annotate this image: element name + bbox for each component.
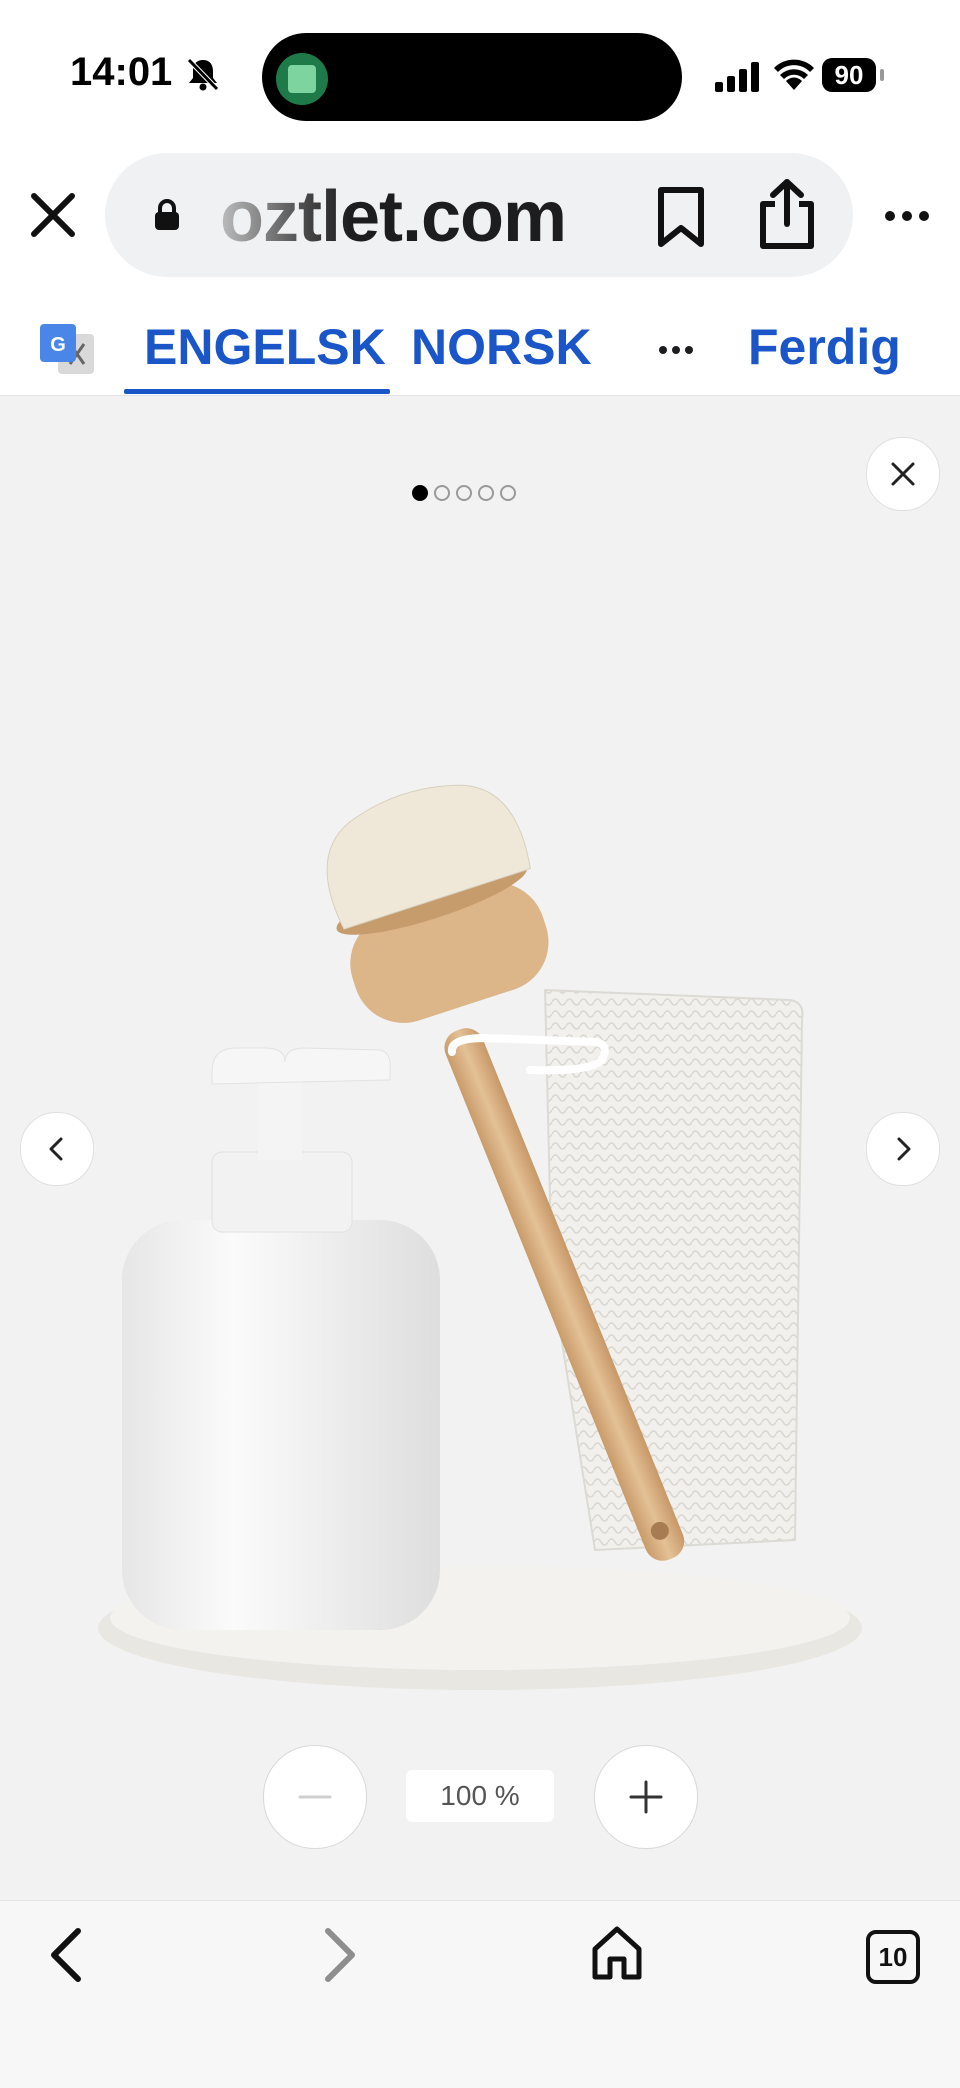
previous-image-button[interactable] [20, 1112, 94, 1186]
more-icon[interactable] [658, 345, 694, 355]
active-tab-indicator [124, 389, 390, 394]
towel [543, 988, 804, 1552]
minus-icon [298, 1795, 332, 1799]
google-translate-icon: G [40, 324, 94, 374]
gallery-close-button[interactable] [866, 437, 940, 511]
tab-source-language[interactable]: ENGELSK [144, 318, 386, 376]
soap-pump-head [211, 1047, 391, 1085]
page-dot[interactable] [478, 485, 494, 501]
share-icon[interactable] [755, 178, 819, 250]
page-dot[interactable] [456, 485, 472, 501]
forward-icon[interactable] [320, 1927, 360, 1983]
page-dot[interactable] [500, 485, 516, 501]
page-dot[interactable] [412, 485, 428, 501]
soap-bottle-body [122, 1220, 440, 1630]
done-button[interactable]: Ferdig [748, 318, 901, 376]
zoom-level: 100 % [406, 1770, 554, 1822]
chevron-left-icon [49, 1137, 63, 1161]
wifi-icon [774, 59, 814, 90]
browser-toolbar [0, 1900, 960, 2088]
bookmark-icon[interactable] [655, 186, 707, 248]
zoom-out-button[interactable] [263, 1745, 367, 1849]
close-icon[interactable] [28, 190, 78, 240]
tab-target-language[interactable]: NORSK [411, 318, 592, 376]
battery-tip [880, 69, 884, 81]
product-image [98, 784, 862, 1690]
tabs-icon[interactable]: 10 [866, 1930, 920, 1984]
lock-icon [155, 199, 179, 230]
more-icon[interactable] [884, 210, 930, 222]
app-icon [276, 53, 328, 105]
zoom-in-button[interactable] [594, 1745, 698, 1849]
signal-icon [715, 62, 759, 92]
page-indicator [412, 485, 522, 506]
status-time: 14:01 [70, 50, 173, 94]
soap-pump-collar [211, 1151, 353, 1233]
plus-icon [629, 1780, 663, 1814]
next-image-button[interactable] [866, 1112, 940, 1186]
svg-text:G: G [50, 334, 66, 356]
chevron-right-icon [897, 1137, 911, 1161]
back-icon[interactable] [46, 1927, 86, 1983]
home-icon[interactable] [590, 1925, 644, 1981]
bell-slash-icon [187, 58, 219, 91]
page-dot[interactable] [434, 485, 450, 501]
battery-icon: 90 [822, 58, 876, 92]
close-icon [891, 462, 915, 486]
url-text[interactable]: oztlet.com [220, 176, 567, 258]
